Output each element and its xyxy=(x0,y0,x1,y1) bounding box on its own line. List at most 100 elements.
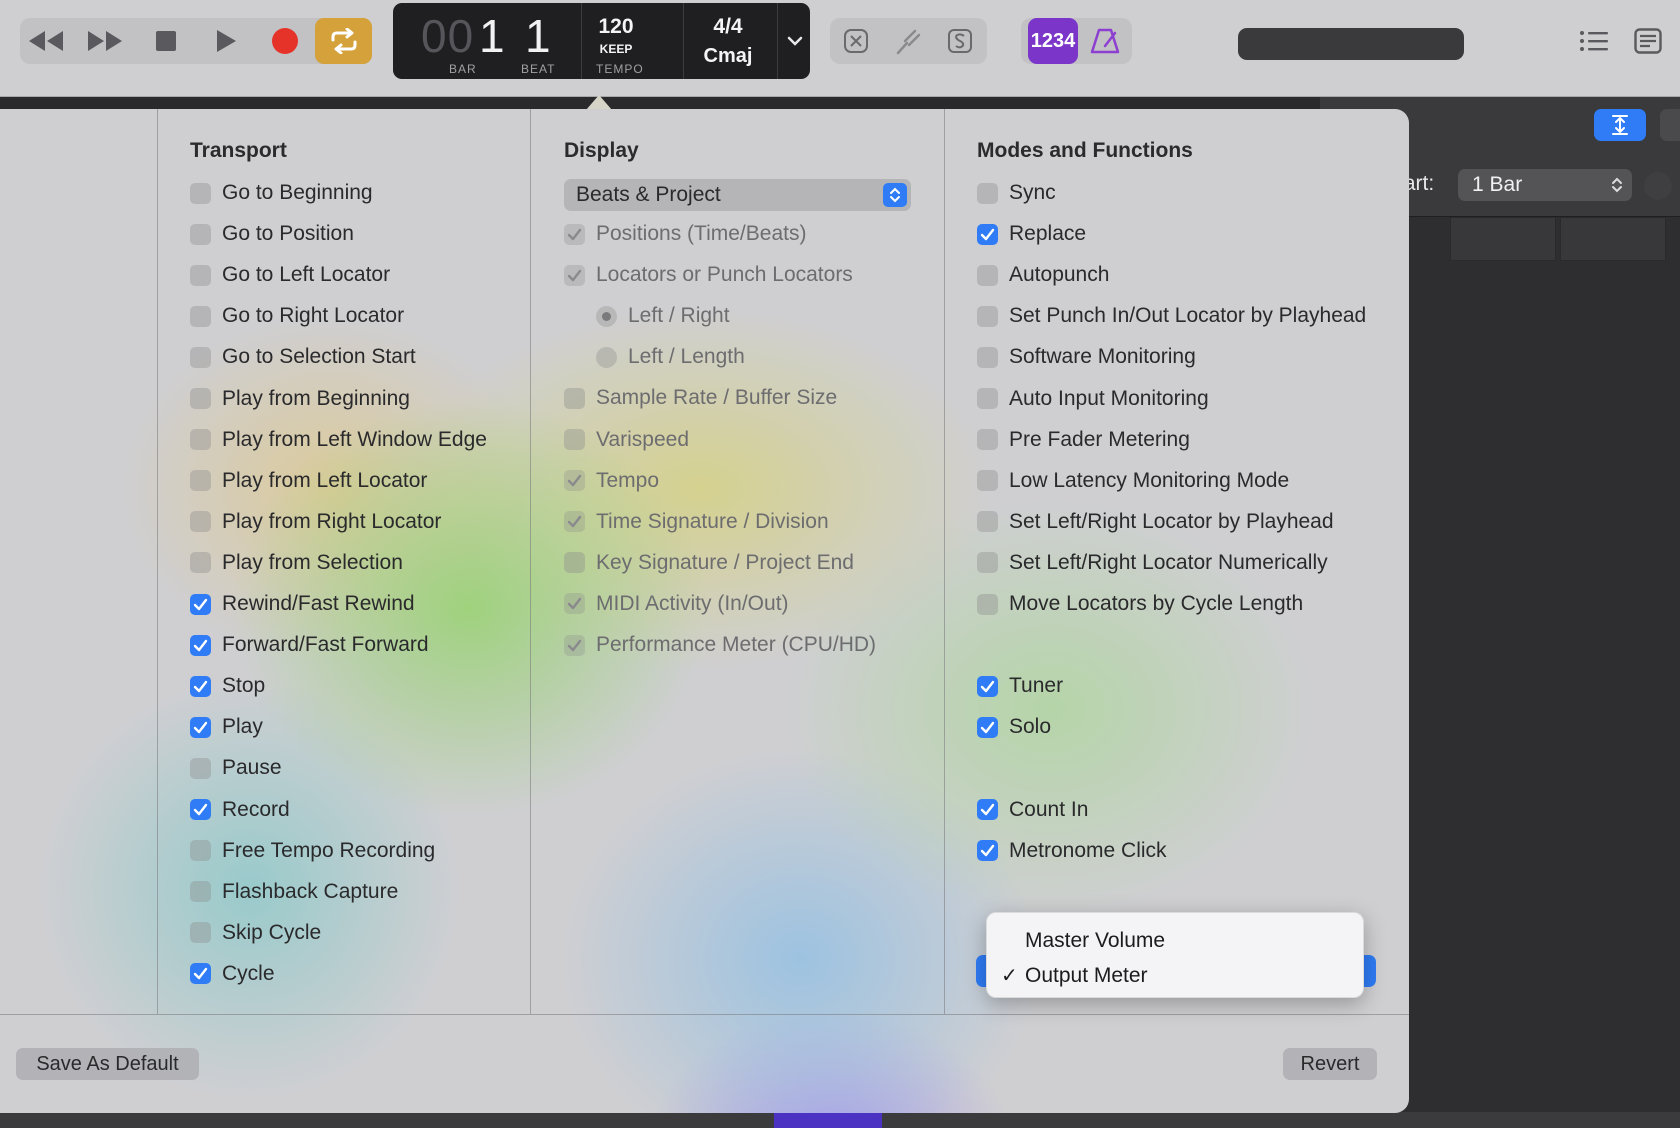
checkbox[interactable] xyxy=(190,511,211,533)
count-in-button[interactable]: 1234 xyxy=(1028,18,1078,64)
option-midi-activity-in-out[interactable]: MIDI Activity (In/Out) xyxy=(564,589,789,619)
round-toggle[interactable] xyxy=(1644,172,1672,200)
checkbox[interactable] xyxy=(977,799,998,820)
checkbox[interactable] xyxy=(564,223,585,245)
checkbox[interactable] xyxy=(190,429,211,451)
start-select[interactable]: 1 Bar xyxy=(1458,169,1632,201)
save-as-default-button[interactable]: Save As Default xyxy=(16,1048,199,1080)
checkbox[interactable] xyxy=(564,511,585,533)
menu-item-output-meter[interactable]: Output Meter xyxy=(1025,964,1148,988)
rewind-button[interactable] xyxy=(20,18,72,64)
option-sample-rate-buffer-size[interactable]: Sample Rate / Buffer Size xyxy=(564,383,837,413)
record-button[interactable] xyxy=(259,18,311,64)
checkbox[interactable] xyxy=(190,799,211,820)
notes-button[interactable] xyxy=(1622,18,1674,64)
option-cycle[interactable]: Cycle xyxy=(190,959,275,989)
option-record[interactable]: Record xyxy=(190,795,290,825)
option-count-in[interactable]: Count In xyxy=(977,795,1088,825)
option-software-monitoring[interactable]: Software Monitoring xyxy=(977,342,1196,372)
option-go-to-selection-start[interactable]: Go to Selection Start xyxy=(190,342,416,372)
checkbox[interactable] xyxy=(977,223,998,245)
stop-button[interactable] xyxy=(140,18,192,64)
checkbox[interactable] xyxy=(977,716,998,738)
checkbox[interactable] xyxy=(977,346,998,368)
radio-button[interactable] xyxy=(596,346,617,368)
checkbox[interactable] xyxy=(564,387,585,409)
option-play-from-left-window-edge[interactable]: Play from Left Window Edge xyxy=(190,425,487,455)
option-set-left-right-locator-by-playhead[interactable]: Set Left/Right Locator by Playhead xyxy=(977,507,1334,537)
cycle-button[interactable] xyxy=(315,18,372,64)
option-solo[interactable]: Solo xyxy=(977,712,1051,742)
option-free-tempo-recording[interactable]: Free Tempo Recording xyxy=(190,836,435,866)
checkbox[interactable] xyxy=(190,675,211,697)
option-play-from-right-locator[interactable]: Play from Right Locator xyxy=(190,507,441,537)
option-play-from-left-locator[interactable]: Play from Left Locator xyxy=(190,466,427,496)
checkbox[interactable] xyxy=(190,716,211,738)
option-replace[interactable]: Replace xyxy=(977,219,1086,249)
solo-button[interactable] xyxy=(934,18,986,64)
option-forward-fast-forward[interactable]: Forward/Fast Forward xyxy=(190,630,429,660)
option-play-from-selection[interactable]: Play from Selection xyxy=(190,548,403,578)
checkbox[interactable] xyxy=(977,388,998,409)
option-low-latency-monitoring-mode[interactable]: Low Latency Monitoring Mode xyxy=(977,466,1289,496)
checkbox[interactable] xyxy=(564,429,585,450)
checkbox[interactable] xyxy=(977,675,998,697)
chevron-down-icon[interactable] xyxy=(786,34,804,48)
option-go-to-right-locator[interactable]: Go to Right Locator xyxy=(190,301,404,331)
option-flashback-capture[interactable]: Flashback Capture xyxy=(190,877,398,907)
checkbox[interactable] xyxy=(190,634,211,656)
option-metronome-click[interactable]: Metronome Click xyxy=(977,836,1167,866)
option-move-locators-by-cycle-length[interactable]: Move Locators by Cycle Length xyxy=(977,589,1303,619)
checkbox[interactable] xyxy=(977,511,998,533)
checkbox[interactable] xyxy=(977,264,998,286)
forward-button[interactable] xyxy=(79,18,131,64)
option-left-length[interactable]: Left / Length xyxy=(596,342,745,372)
checkbox[interactable] xyxy=(190,552,211,574)
option-go-to-position[interactable]: Go to Position xyxy=(190,219,354,249)
option-set-left-right-locator-numerically[interactable]: Set Left/Right Locator Numerically xyxy=(977,548,1328,578)
option-rewind-fast-rewind[interactable]: Rewind/Fast Rewind xyxy=(190,589,415,619)
checkbox[interactable] xyxy=(190,757,211,779)
checkbox[interactable] xyxy=(190,182,211,204)
option-tempo[interactable]: Tempo xyxy=(564,466,659,496)
horizontal-zoom-button[interactable] xyxy=(1660,109,1680,141)
option-auto-input-monitoring[interactable]: Auto Input Monitoring xyxy=(977,384,1209,414)
checkbox[interactable] xyxy=(977,429,998,451)
checkbox[interactable] xyxy=(190,388,211,409)
revert-button[interactable]: Revert xyxy=(1283,1048,1377,1080)
option-key-signature-project-end[interactable]: Key Signature / Project End xyxy=(564,548,854,578)
checkbox[interactable] xyxy=(190,346,211,368)
option-go-to-left-locator[interactable]: Go to Left Locator xyxy=(190,260,390,290)
tuner-button[interactable] xyxy=(882,18,934,64)
option-autopunch[interactable]: Autopunch xyxy=(977,260,1109,290)
checkbox[interactable] xyxy=(190,264,211,286)
option-set-punch-in-out-locator-by-playhead[interactable]: Set Punch In/Out Locator by Playhead xyxy=(977,301,1366,331)
checkbox[interactable] xyxy=(977,305,998,327)
checkbox[interactable] xyxy=(977,840,998,862)
metronome-button[interactable] xyxy=(1079,18,1131,64)
option-performance-meter-cpu-hd[interactable]: Performance Meter (CPU/HD) xyxy=(564,630,876,660)
option-time-signature-division[interactable]: Time Signature / Division xyxy=(564,507,829,537)
checkbox[interactable] xyxy=(564,634,585,656)
checkbox[interactable] xyxy=(190,305,211,327)
checkbox[interactable] xyxy=(564,264,585,286)
low-latency-button[interactable] xyxy=(830,18,882,64)
option-tuner[interactable]: Tuner xyxy=(977,671,1063,701)
checkbox[interactable] xyxy=(564,593,585,615)
lcd-display[interactable]: 00 1 1 BAR BEAT 120 KEEP TEMPO 4/4 Cmaj xyxy=(393,3,810,79)
option-sync[interactable]: Sync xyxy=(977,178,1056,208)
option-go-to-beginning[interactable]: Go to Beginning xyxy=(190,178,373,208)
list-editors-button[interactable] xyxy=(1568,18,1620,64)
checkbox[interactable] xyxy=(190,223,211,245)
option-pre-fader-metering[interactable]: Pre Fader Metering xyxy=(977,425,1190,455)
option-positions-time-beats[interactable]: Positions (Time/Beats) xyxy=(564,219,806,249)
play-button[interactable] xyxy=(200,18,252,64)
radio-button[interactable] xyxy=(596,305,617,327)
vertical-zoom-button[interactable] xyxy=(1594,109,1646,141)
display-mode-select[interactable]: Beats & Project xyxy=(564,179,911,211)
option-play[interactable]: Play xyxy=(190,712,263,742)
checkbox[interactable] xyxy=(190,922,211,944)
checkbox[interactable] xyxy=(564,470,585,492)
checkbox[interactable] xyxy=(977,182,998,204)
checkbox[interactable] xyxy=(977,552,998,574)
